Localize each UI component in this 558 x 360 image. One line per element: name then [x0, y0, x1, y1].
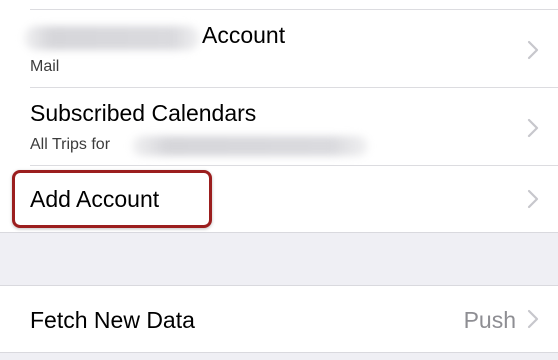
subscribed-calendars-row[interactable]: Subscribed Calendars All Trips for	[0, 88, 558, 166]
account-title: Account	[202, 22, 286, 48]
account-subtitle: Mail	[30, 58, 60, 75]
chevron-right-icon	[527, 118, 539, 138]
fetch-new-data-title: Fetch New Data	[30, 307, 195, 333]
redacted-subscription-name	[132, 136, 368, 156]
mail-account-row[interactable]: Account Mail	[0, 10, 558, 88]
redacted-account-name	[24, 26, 200, 50]
subscribed-calendars-subtitle: All Trips for	[30, 136, 111, 153]
add-account-highlight	[12, 170, 212, 228]
chevron-right-icon	[527, 189, 539, 209]
previous-row-remnant	[0, 0, 558, 10]
fetch-new-data-row[interactable]: Fetch New Data Push	[0, 286, 558, 352]
fetch-group: Fetch New Data Push	[0, 285, 558, 353]
fetch-new-data-value: Push	[463, 307, 516, 333]
chevron-right-icon	[527, 40, 539, 60]
subscribed-calendars-title: Subscribed Calendars	[30, 100, 257, 126]
chevron-right-icon	[527, 309, 539, 329]
